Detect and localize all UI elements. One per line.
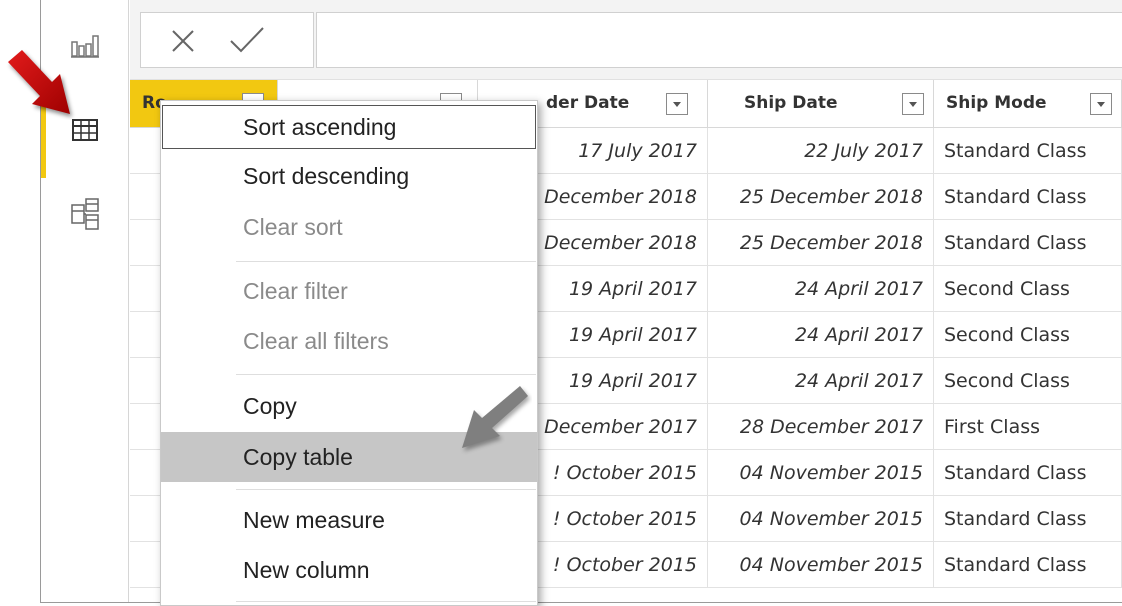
menu-item-clear-all-filters[interactable]: Clear all filters [161,318,537,364]
menu-item-sort-ascending[interactable]: Sort ascending [161,104,537,150]
column-header-label: Ship Mode [946,93,1047,113]
menu-item-new-measure[interactable]: New measure [161,497,537,543]
menu-item-clear-filter[interactable]: Clear filter [161,268,537,314]
context-menu: Sort ascending Sort descending Clear sor… [160,100,538,606]
model-icon[interactable] [70,197,100,230]
menu-divider [236,601,536,602]
ship-mode-cell: Standard Class [934,496,1122,542]
ship-date-cell: 24 April 2017 [708,266,934,312]
ship-date-cell: 28 December 2017 [708,404,934,450]
gray-arrow-annotation [462,386,528,448]
ship-mode-cell: Second Class [934,312,1122,358]
ship-mode-cell: Standard Class [934,128,1122,174]
ship-date-cell: 04 November 2015 [708,496,934,542]
ship-date-cell: 04 November 2015 [708,450,934,496]
ship-mode-cell: Second Class [934,358,1122,404]
menu-item-clear-sort[interactable]: Clear sort [161,204,537,250]
formula-input[interactable] [316,12,1122,68]
menu-item-sort-descending[interactable]: Sort descending [161,153,537,199]
column-header-ship-mode[interactable]: Ship Mode [934,80,1122,128]
chevron-down-icon[interactable] [902,93,924,115]
ship-mode-cell: Standard Class [934,220,1122,266]
ship-mode-cell: Second Class [934,266,1122,312]
red-arrow-annotation [8,50,70,114]
column-header-label: Ship Date [744,93,838,113]
close-icon[interactable] [169,27,197,55]
ship-date-cell: 25 December 2018 [708,174,934,220]
menu-divider [236,489,536,490]
ship-date-cell: 22 July 2017 [708,128,934,174]
check-icon[interactable] [229,25,265,55]
menu-item-new-column[interactable]: New column [161,547,537,593]
column-header-ship-date[interactable]: Ship Date [708,80,934,128]
chevron-down-icon[interactable] [1090,93,1112,115]
ship-mode-cell: Standard Class [934,542,1122,588]
menu-divider [236,261,536,262]
chevron-down-icon[interactable] [666,93,688,115]
ship-date-cell: 04 November 2015 [708,542,934,588]
ship-date-cell: 24 April 2017 [708,312,934,358]
ship-mode-cell: First Class [934,404,1122,450]
column-header-label: der Date [546,93,630,113]
ship-mode-cell: Standard Class [934,174,1122,220]
formula-actions [140,12,314,68]
ship-mode-cell: Standard Class [934,450,1122,496]
ship-date-cell: 24 April 2017 [708,358,934,404]
ship-date-cell: 25 December 2018 [708,220,934,266]
menu-divider [236,374,536,375]
